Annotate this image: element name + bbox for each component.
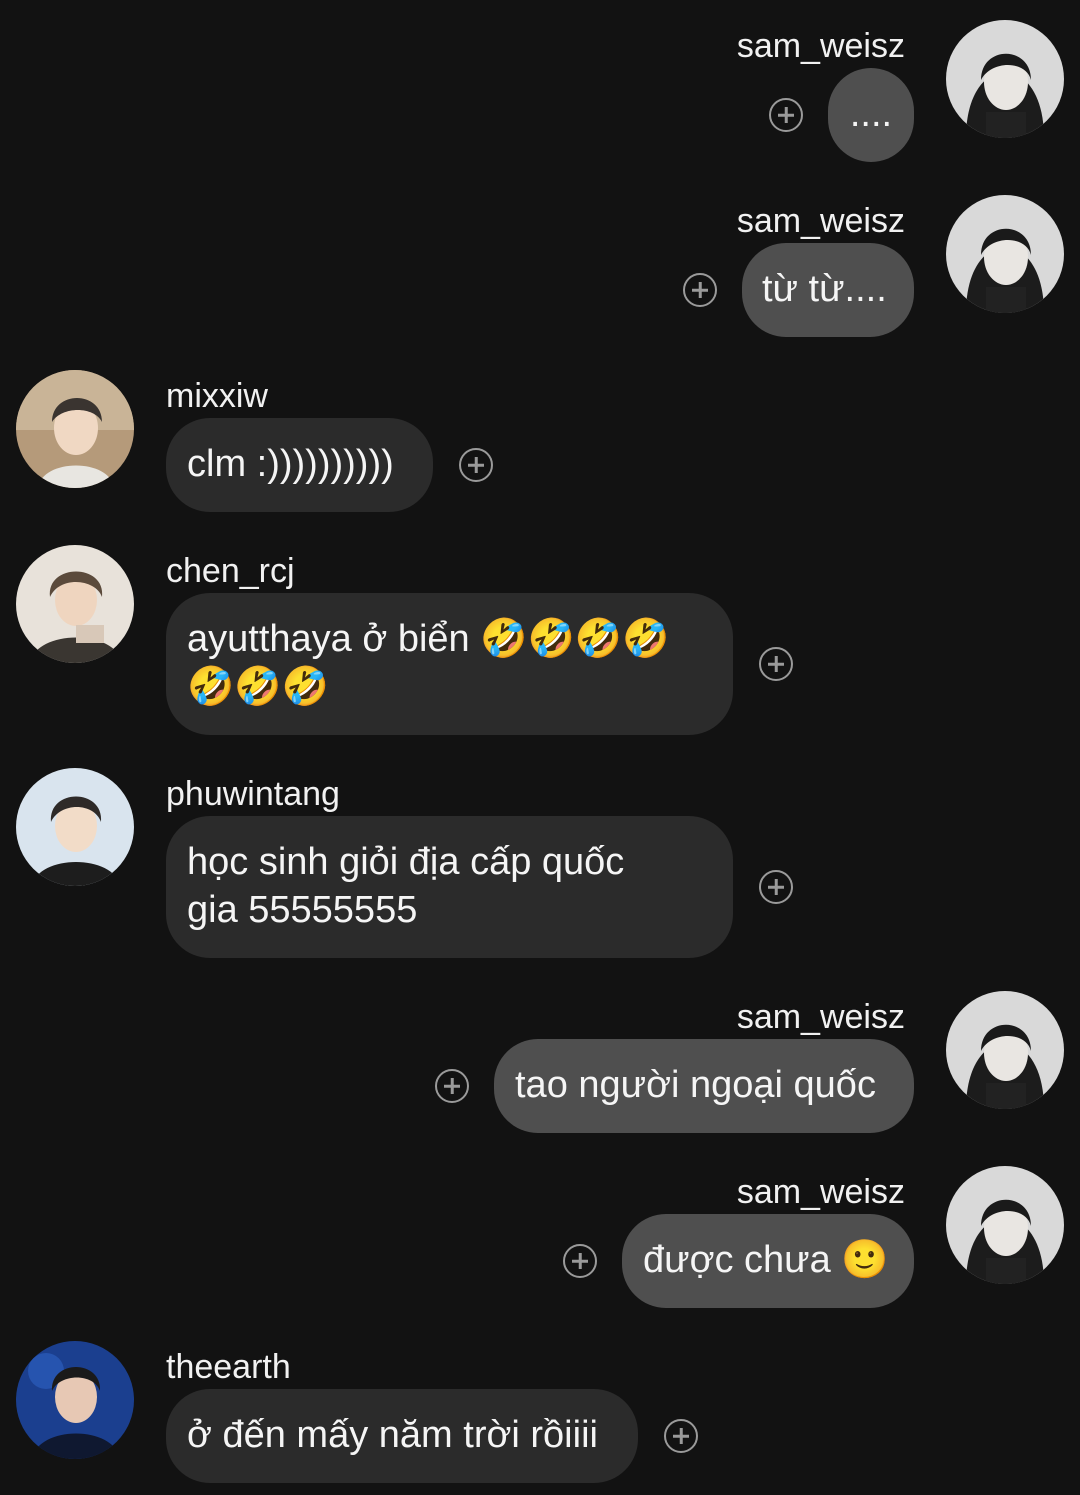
avatar[interactable] bbox=[16, 370, 134, 488]
avatar[interactable] bbox=[946, 1166, 1064, 1284]
avatar[interactable] bbox=[16, 1341, 134, 1459]
sender-name: sam_weisz bbox=[736, 202, 905, 240]
message-text: .... bbox=[849, 93, 893, 135]
avatar[interactable] bbox=[946, 20, 1064, 138]
avatar[interactable] bbox=[16, 545, 134, 663]
message-text: tao người ngoại quốc bbox=[515, 1064, 876, 1106]
sender-name: chen_rcj bbox=[166, 552, 295, 590]
message-text: clm :)))))))))) bbox=[187, 443, 394, 485]
message-text: được chưa 🙂 bbox=[643, 1239, 889, 1281]
message-bubble[interactable]: tao người ngoại quốc bbox=[494, 1039, 914, 1133]
message-bubble[interactable]: ayutthaya ở biển 🤣🤣🤣🤣 🤣🤣🤣 bbox=[166, 593, 733, 735]
message-bubble[interactable]: được chưa 🙂 bbox=[622, 1214, 914, 1308]
message-bubble[interactable]: .... bbox=[828, 68, 914, 162]
sender-name: sam_weisz bbox=[736, 1173, 905, 1211]
message-text: ở đến mấy năm trời rồiiii bbox=[187, 1414, 598, 1456]
sender-name: sam_weisz bbox=[736, 998, 905, 1036]
add-reaction-icon[interactable] bbox=[759, 870, 793, 904]
message-bubble[interactable]: ở đến mấy năm trời rồiiii bbox=[166, 1389, 638, 1483]
message-bubble[interactable]: clm :)))))))))) bbox=[166, 418, 433, 512]
add-reaction-icon[interactable] bbox=[683, 273, 717, 307]
add-reaction-icon[interactable] bbox=[664, 1419, 698, 1453]
add-reaction-icon[interactable] bbox=[759, 647, 793, 681]
sender-name: theearth bbox=[166, 1348, 291, 1386]
sender-name: sam_weisz bbox=[736, 27, 905, 65]
add-reaction-icon[interactable] bbox=[459, 448, 493, 482]
chat-thread: sam_weisz .... sam_weisz từ từ.... mixxi… bbox=[0, 0, 1080, 1495]
message-bubble[interactable]: học sinh giỏi địa cấp quốc gia 55555555 bbox=[166, 816, 733, 958]
add-reaction-icon[interactable] bbox=[769, 98, 803, 132]
avatar[interactable] bbox=[16, 768, 134, 886]
sender-name: mixxiw bbox=[166, 377, 268, 415]
avatar[interactable] bbox=[946, 195, 1064, 313]
message-text: học sinh giỏi địa cấp quốc gia 55555555 bbox=[187, 841, 625, 931]
add-reaction-icon[interactable] bbox=[563, 1244, 597, 1278]
add-reaction-icon[interactable] bbox=[435, 1069, 469, 1103]
message-text: ayutthaya ở biển 🤣🤣🤣🤣 🤣🤣🤣 bbox=[187, 618, 670, 708]
message-text: từ từ.... bbox=[762, 268, 887, 310]
message-bubble[interactable]: từ từ.... bbox=[742, 243, 914, 337]
sender-name: phuwintang bbox=[166, 775, 340, 813]
avatar[interactable] bbox=[946, 991, 1064, 1109]
